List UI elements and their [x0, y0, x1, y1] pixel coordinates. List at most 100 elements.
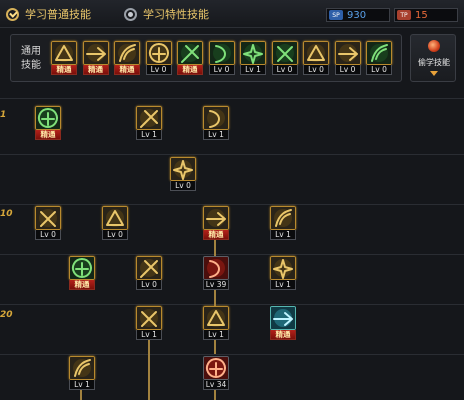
skill-slot[interactable]: Lv 0 — [334, 41, 361, 75]
dagger-thrust-icon — [136, 106, 162, 130]
skill-slot[interactable]: 精通 — [114, 41, 140, 75]
skill-slot[interactable]: Lv 1 — [203, 106, 229, 140]
top-bar: 学习普通技能 学习特性技能 SP 930 TP 15 — [0, 0, 464, 28]
flame-idol-icon — [334, 41, 361, 65]
skill-level-label: 精通 — [35, 130, 61, 140]
skill-slot[interactable]: Lv 1 — [240, 41, 266, 75]
skill-slot[interactable]: Lv 1 — [136, 306, 162, 340]
skill-slot[interactable]: Lv 1 — [69, 356, 95, 390]
skill-level-label: Lv 1 — [270, 230, 296, 240]
shared-skills-label: 通用技能 — [21, 46, 41, 71]
skill-slot[interactable]: Lv 0 — [271, 41, 298, 75]
dropdown-arrow-icon — [430, 71, 438, 76]
skill-level-label: Lv 0 — [136, 280, 162, 290]
winged-sword-icon — [145, 41, 172, 65]
skill-level-label: Lv 34 — [203, 380, 229, 390]
radio-icon — [124, 7, 137, 21]
skill-slot[interactable]: Lv 39 — [203, 256, 229, 290]
tree-row — [0, 204, 464, 254]
claw-slash-icon — [203, 106, 229, 130]
skill-level-label: Lv 1 — [203, 330, 229, 340]
leap-fighter-icon — [102, 206, 128, 230]
skill-level-label: Lv 1 — [136, 330, 162, 340]
skill-level-label: 精通 — [270, 330, 296, 340]
wave-slash-icon — [136, 256, 162, 280]
skill-level-label: Lv 0 — [303, 65, 329, 75]
tree-row — [0, 98, 464, 148]
skill-level-label: Lv 39 — [203, 280, 229, 290]
skill-slot[interactable]: 精通 — [51, 41, 77, 75]
skill-level-label: 精通 — [51, 65, 77, 75]
spiral-orb-icon — [303, 41, 329, 65]
tab-trait-skills[interactable]: 学习特性技能 — [124, 6, 209, 22]
skill-level-label: Lv 1 — [136, 130, 162, 140]
tab-trait-skills-label: 学习特性技能 — [143, 8, 209, 21]
green-compass-icon — [208, 41, 235, 65]
fighter-pose-icon — [271, 41, 298, 65]
sprint-icon — [114, 41, 140, 65]
sp-value: 930 — [347, 9, 367, 21]
skill-level-label: 精通 — [82, 65, 109, 75]
checked-radio-icon — [6, 7, 19, 21]
skill-connector — [80, 390, 82, 400]
skill-slot[interactable]: Lv 0 — [366, 41, 392, 75]
level-marker: 10 — [0, 209, 13, 219]
green-dagger-icon — [69, 256, 95, 280]
skill-slot[interactable]: Lv 34 — [203, 356, 229, 390]
green-warrior-icon — [366, 41, 392, 65]
skill-slot[interactable]: Lv 0 — [208, 41, 235, 75]
skill-level-label: Lv 0 — [208, 65, 235, 75]
tree-row — [0, 154, 464, 204]
skill-slot[interactable]: 精通 — [270, 306, 296, 340]
skill-slot[interactable]: Lv 1 — [203, 306, 229, 340]
skill-slot[interactable]: Lv 1 — [270, 206, 296, 240]
sp-counter: SP 930 — [326, 8, 390, 22]
skill-level-label: 精通 — [69, 280, 95, 290]
skill-slot[interactable]: 精通 — [69, 256, 95, 290]
skill-slot[interactable]: 精通 — [82, 41, 109, 75]
skill-slot[interactable]: Lv 0 — [145, 41, 172, 75]
steal-skills-label: 偷学技能 — [418, 58, 450, 67]
tp-icon: TP — [397, 10, 411, 20]
dash-kick-icon — [82, 41, 109, 65]
spear-dive-icon — [270, 206, 296, 230]
golden-armor-icon — [203, 206, 229, 230]
skill-slot[interactable]: Lv 0 — [35, 206, 61, 240]
level-marker: 20 — [0, 310, 13, 320]
skill-slot[interactable]: Lv 1 — [136, 106, 162, 140]
crescent-spin-icon — [270, 256, 296, 280]
skill-slot[interactable]: Lv 0 — [170, 157, 196, 191]
target-reticle-icon — [177, 41, 203, 65]
tree-row — [0, 304, 464, 354]
skill-level-label: Lv 0 — [271, 65, 298, 75]
steal-orb-icon — [428, 40, 440, 52]
skill-level-label: 精通 — [114, 65, 140, 75]
skill-slot[interactable]: Lv 1 — [270, 256, 296, 290]
skill-slot[interactable]: 精通 — [35, 106, 61, 140]
skill-level-label: Lv 0 — [334, 65, 361, 75]
tp-counter: TP 15 — [394, 8, 458, 22]
red-flame-icon — [203, 356, 229, 380]
tab-normal-skills[interactable]: 学习普通技能 — [6, 6, 91, 22]
tp-value: 15 — [415, 9, 428, 21]
skill-slot[interactable]: Lv 0 — [303, 41, 329, 75]
skill-connector — [148, 340, 150, 400]
tab-normal-skills-label: 学习普通技能 — [25, 8, 91, 21]
skill-window: 学习普通技能 学习特性技能 SP 930 TP 15 通用技能 精通 精通 精通 Lv… — [0, 0, 464, 400]
steal-skills-button[interactable]: 偷学技能 — [410, 34, 456, 82]
triple-slash-icon — [203, 306, 229, 330]
level-marker: 1 — [0, 110, 7, 120]
skill-level-label: Lv 1 — [203, 130, 229, 140]
skill-level-label: Lv 0 — [102, 230, 128, 240]
red-burst-icon — [203, 256, 229, 280]
teal-wing-icon — [270, 306, 296, 330]
skill-slot[interactable]: 精通 — [177, 41, 203, 75]
skill-slot[interactable]: Lv 0 — [102, 206, 128, 240]
runner-icon — [240, 41, 266, 65]
skill-level-label: Lv 0 — [145, 65, 172, 75]
skill-slot[interactable]: Lv 0 — [136, 256, 162, 290]
skill-level-label: Lv 0 — [170, 181, 196, 191]
skill-slot[interactable]: 精通 — [203, 206, 229, 240]
skill-level-label: Lv 0 — [366, 65, 392, 75]
kneeling-warrior-icon — [69, 356, 95, 380]
